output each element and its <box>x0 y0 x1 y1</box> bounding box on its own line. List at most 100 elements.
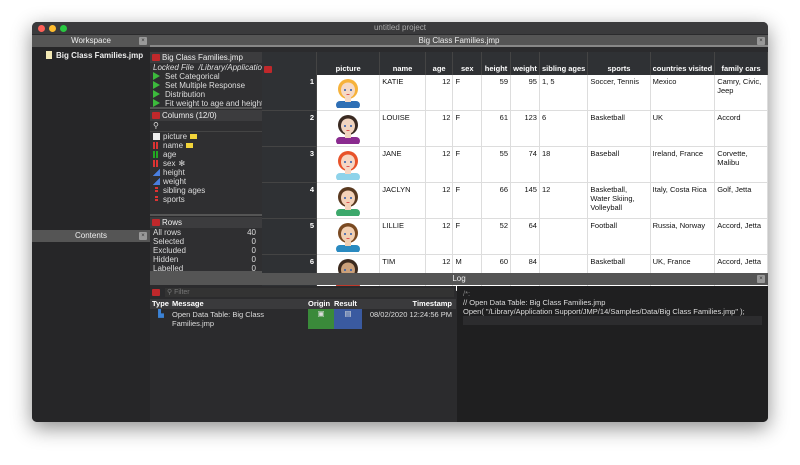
close-workspace-icon[interactable]: × <box>139 37 147 45</box>
run-script-icon[interactable] <box>153 90 160 98</box>
log-entry[interactable]: ▙ Open Data Table: Big Class Families.jm… <box>150 309 456 329</box>
red-triangle-menu-icon[interactable] <box>152 112 160 119</box>
cell-height[interactable]: 55 <box>481 146 511 183</box>
cell-height[interactable]: 66 <box>481 182 511 219</box>
column-item[interactable]: sibling ages <box>150 186 262 195</box>
cell-cars[interactable]: Accord, Jetta <box>714 218 768 255</box>
cell-sex[interactable]: F <box>452 146 483 183</box>
cell-name[interactable]: KATIE <box>379 75 426 111</box>
column-header[interactable]: weight <box>510 52 540 75</box>
table-script-item[interactable]: Fit weight to age and height <box>150 99 262 108</box>
table-row[interactable]: 2 LOUISE 12 F 61 123 6 Basketball UK Accord <box>262 110 768 147</box>
picture-cell[interactable] <box>316 75 381 111</box>
table-script-item[interactable]: Set Multiple Response <box>150 81 262 90</box>
cell-sports[interactable]: Soccer, Tennis <box>587 75 651 111</box>
table-panel-header[interactable]: Big Class Families.jmp <box>150 52 262 63</box>
cell-cars[interactable]: Accord <box>714 110 768 147</box>
cell-sex[interactable]: F <box>452 75 483 111</box>
cell-name[interactable]: LILLIE <box>379 218 426 255</box>
cell-weight[interactable]: 145 <box>510 182 540 219</box>
table-script-item[interactable]: Set Categorical <box>150 72 262 81</box>
cell-age[interactable]: 12 <box>425 182 454 219</box>
run-script-icon[interactable] <box>153 72 160 80</box>
run-script-icon[interactable] <box>153 81 160 89</box>
cell-countries[interactable]: Ireland, France <box>650 146 716 183</box>
cell-siblings[interactable]: 6 <box>539 110 589 147</box>
cell-countries[interactable]: Italy, Costa Rica <box>650 182 716 219</box>
cell-sex[interactable]: F <box>452 182 483 219</box>
close-document-icon[interactable]: × <box>757 37 765 45</box>
cell-name[interactable]: JANE <box>379 146 426 183</box>
table-row[interactable]: 3 JANE 12 F 55 74 18 Baseball Ireland, France Cor… <box>262 146 768 183</box>
column-header[interactable]: picture <box>316 52 381 75</box>
red-triangle-menu-icon[interactable] <box>152 54 160 61</box>
red-triangle-menu-icon[interactable] <box>152 289 160 296</box>
red-triangle-menu-icon[interactable] <box>264 66 272 73</box>
cell-sports[interactable]: Basketball, Water Skiing, Volleyball <box>587 182 651 219</box>
row-number[interactable]: 3 <box>262 146 318 183</box>
cell-weight[interactable]: 123 <box>510 110 540 147</box>
cell-siblings[interactable] <box>539 218 589 255</box>
cell-height[interactable]: 59 <box>481 75 511 111</box>
column-item[interactable]: weight <box>150 177 262 186</box>
table-row[interactable]: 4 JACLYN 12 F 66 145 12 Basketball, Water Skiin… <box>262 182 768 219</box>
table-row[interactable]: 1 KATIE 12 F 59 95 1, 5 Soccer, Tennis Mexico Cam… <box>262 75 768 111</box>
log-script-panel[interactable]: /*: // Open Data Table: Big Class Famili… <box>457 286 768 422</box>
column-header[interactable]: countries visited <box>650 52 716 75</box>
cell-siblings[interactable]: 18 <box>539 146 589 183</box>
cell-age[interactable]: 12 <box>425 110 454 147</box>
cell-cars[interactable]: Golf, Jetta <box>714 182 768 219</box>
cell-weight[interactable]: 64 <box>510 218 540 255</box>
cell-sex[interactable]: F <box>452 218 483 255</box>
cell-cars[interactable]: Camry, Civic, Jeep <box>714 75 768 111</box>
table-script-item[interactable]: Distribution <box>150 90 262 99</box>
column-header[interactable]: sports <box>587 52 651 75</box>
column-header[interactable]: sibling ages <box>539 52 589 75</box>
picture-cell[interactable] <box>316 182 381 219</box>
cell-name[interactable]: LOUISE <box>379 110 426 147</box>
cell-sports[interactable]: Baseball <box>587 146 651 183</box>
result-table-icon[interactable]: ▤ <box>334 309 362 329</box>
cell-sex[interactable]: F <box>452 110 483 147</box>
minimize-window-button[interactable] <box>49 25 56 32</box>
cell-sports[interactable]: Basketball <box>587 110 651 147</box>
column-item[interactable]: height <box>150 168 262 177</box>
cell-cars[interactable]: Corvette, Malibu <box>714 146 768 183</box>
cell-height[interactable]: 52 <box>481 218 511 255</box>
column-item[interactable]: age <box>150 150 262 159</box>
origin-script-icon[interactable]: ▣ <box>308 309 334 329</box>
filter-input[interactable]: ⚲ Filter <box>165 288 454 297</box>
cell-height[interactable]: 61 <box>481 110 511 147</box>
cell-countries[interactable]: Mexico <box>650 75 716 111</box>
row-number[interactable]: 2 <box>262 110 318 147</box>
column-header[interactable]: sex <box>452 52 483 75</box>
column-header[interactable]: height <box>481 52 511 75</box>
cell-siblings[interactable]: 1, 5 <box>539 75 589 111</box>
column-item[interactable]: sports <box>150 195 262 204</box>
column-item[interactable]: sex ✻ <box>150 159 262 168</box>
picture-cell[interactable] <box>316 110 381 147</box>
column-header[interactable]: name <box>379 52 426 75</box>
row-number[interactable]: 1 <box>262 75 318 111</box>
picture-cell[interactable] <box>316 218 381 255</box>
zoom-window-button[interactable] <box>60 25 67 32</box>
column-search[interactable]: ⚲ <box>150 121 262 132</box>
table-row[interactable]: 5 LILLIE 12 F 52 64 Football Russia, Norway Acco… <box>262 218 768 255</box>
cell-age[interactable]: 12 <box>425 75 454 111</box>
grid-corner[interactable] <box>262 52 318 75</box>
close-log-icon[interactable]: × <box>757 275 765 283</box>
cell-countries[interactable]: Russia, Norway <box>650 218 716 255</box>
column-header[interactable]: family cars <box>714 52 768 75</box>
cell-weight[interactable]: 74 <box>510 146 540 183</box>
cell-name[interactable]: JACLYN <box>379 182 426 219</box>
cell-siblings[interactable]: 12 <box>539 182 589 219</box>
run-script-icon[interactable] <box>153 99 160 107</box>
picture-cell[interactable] <box>316 146 381 183</box>
row-number[interactable]: 5 <box>262 218 318 255</box>
cell-age[interactable]: 12 <box>425 146 454 183</box>
cell-sports[interactable]: Football <box>587 218 651 255</box>
workspace-item[interactable]: Big Class Families.jmp <box>32 47 150 60</box>
cell-age[interactable]: 12 <box>425 218 454 255</box>
close-contents-icon[interactable]: × <box>139 232 147 240</box>
red-triangle-menu-icon[interactable] <box>152 219 160 226</box>
